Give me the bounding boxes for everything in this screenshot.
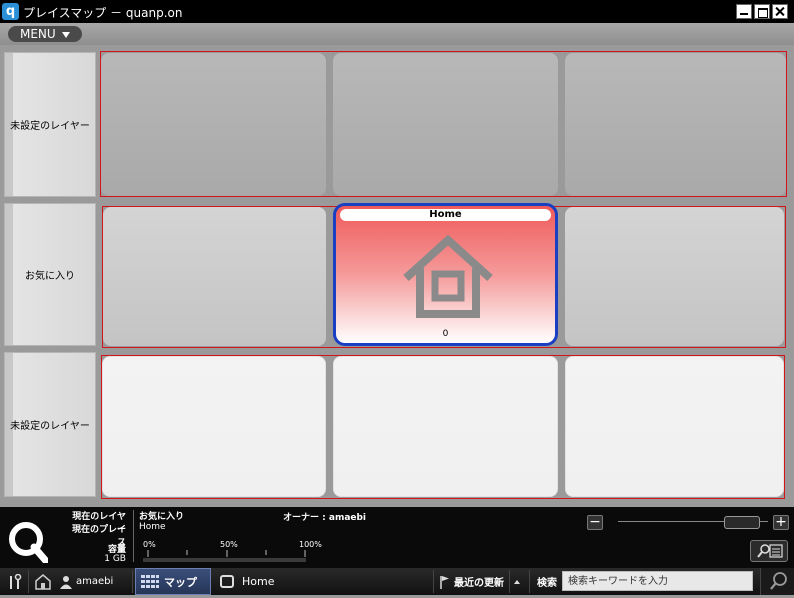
chevron-down-icon — [62, 32, 70, 38]
menu-button[interactable]: MENU — [8, 26, 82, 42]
window-icon — [220, 575, 234, 588]
close-button[interactable] — [772, 4, 788, 19]
title-bar: q プレイスマップ － quanp.on — [0, 0, 794, 23]
maximize-button[interactable] — [754, 4, 770, 19]
home-tile-title: Home — [340, 209, 551, 221]
user-button[interactable]: amaebi — [60, 568, 113, 595]
divider — [132, 570, 133, 593]
search-list-button[interactable] — [750, 540, 788, 562]
divider — [509, 570, 510, 593]
home-place-tile[interactable]: Home 0 — [333, 203, 558, 346]
divider — [433, 570, 434, 593]
tab-home-label: Home — [242, 575, 275, 588]
capacity-gauge — [143, 550, 306, 562]
gauge-label-0: 0% — [143, 540, 156, 549]
expand-button[interactable] — [514, 568, 520, 595]
zoom-slider-thumb[interactable] — [724, 516, 760, 529]
layer-label-3[interactable]: 未設定のレイヤー — [4, 352, 96, 497]
search-button[interactable] — [760, 568, 794, 595]
divider — [133, 510, 134, 562]
layer-label-2[interactable]: お気に入り — [4, 203, 96, 346]
home-base-button[interactable] — [34, 568, 52, 595]
house-icon — [403, 234, 493, 318]
divider — [529, 570, 530, 593]
search-label: 検索 — [537, 578, 557, 589]
window-title: プレイスマップ － quanp.on — [23, 6, 183, 20]
taskbar: amaebi マップ Home 最近の更新 検索 — [0, 568, 794, 595]
tools-icon — [10, 573, 22, 589]
layer-label-1[interactable]: 未設定のレイヤー — [4, 52, 96, 197]
tab-map-label: マップ — [164, 575, 197, 589]
tab-home[interactable]: Home — [220, 568, 274, 595]
capacity-value: 1 GB — [104, 554, 126, 564]
building-icon — [35, 573, 51, 590]
owner-label: オーナー : amaebi — [283, 513, 367, 523]
recent-updates-button[interactable]: 最近の更新 — [440, 568, 504, 595]
recent-updates-label: 最近の更新 — [454, 578, 504, 589]
minimize-button[interactable] — [736, 4, 752, 19]
tab-map[interactable]: マップ — [135, 568, 211, 595]
grid-icon — [141, 574, 159, 588]
menu-button-label: MENU — [20, 27, 56, 41]
user-icon — [60, 575, 72, 589]
zoom-in-button[interactable]: + — [773, 515, 789, 530]
user-name: amaebi — [76, 576, 114, 587]
tools-button[interactable] — [8, 568, 22, 595]
divider — [28, 570, 29, 593]
search-list-icon — [757, 544, 783, 558]
gauge-label-100: 100% — [299, 540, 322, 549]
current-place-value: Home — [139, 522, 166, 532]
search-icon — [770, 572, 787, 590]
app-logo-icon: q — [2, 3, 19, 20]
gauge-label-50: 50% — [220, 540, 238, 549]
home-tile-count: 0 — [442, 329, 449, 339]
status-panel: 現在のレイヤー お気に入り 現在のプレイス Home オーナー : amaebi… — [0, 507, 794, 568]
chevron-up-icon — [514, 579, 520, 584]
zoom-out-button[interactable]: − — [587, 515, 603, 530]
current-layer-value: お気に入り — [139, 512, 185, 522]
layer-frame-3 — [101, 355, 785, 499]
flag-icon — [440, 575, 449, 589]
layer-frame-1 — [100, 51, 787, 197]
menu-bar: MENU — [0, 23, 794, 45]
quanp-logo-icon — [9, 522, 48, 563]
search-input[interactable] — [562, 571, 753, 591]
